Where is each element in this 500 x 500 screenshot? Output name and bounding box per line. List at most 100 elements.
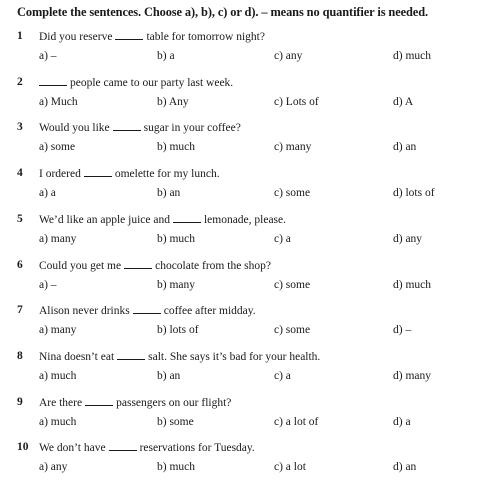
option-c[interactable]: c) Lots of <box>274 96 319 108</box>
answer-blank <box>85 396 114 406</box>
question-text-before: Would you like <box>39 122 110 134</box>
question-text-before: I ordered <box>39 168 81 180</box>
question-text: We’d like an apple juice and lemonade, pl… <box>39 213 286 226</box>
answer-blank <box>112 121 141 131</box>
question-10: 10 We don’t have reservations for Tuesday… <box>0 441 500 485</box>
question-text: Would you like sugar in your coffee? <box>39 121 241 134</box>
question-3: 3 Would you like sugar in your coffee? a)… <box>0 121 500 165</box>
option-a[interactable]: a) many <box>39 233 76 245</box>
option-d[interactable]: d) any <box>393 233 422 245</box>
question-text-after: coffee after midday. <box>163 305 256 317</box>
option-b[interactable]: b) much <box>157 233 195 245</box>
question-text: Could you get me chocolate from the shop? <box>39 259 271 272</box>
option-c[interactable]: c) a lot of <box>274 416 318 428</box>
option-b[interactable]: b) much <box>157 461 195 473</box>
option-a[interactable]: a) – <box>39 279 57 291</box>
question-4: 4 I ordered omelette for my lunch. a) a b… <box>0 167 500 211</box>
answer-blank <box>115 30 144 40</box>
question-7: 7 Alison never drinks coffee after midday… <box>0 304 500 348</box>
option-b[interactable]: b) an <box>157 187 180 199</box>
option-c[interactable]: c) some <box>274 187 310 199</box>
question-text: people came to our party last week. <box>39 76 233 89</box>
option-d[interactable]: d) many <box>393 370 431 382</box>
question-number: 10 <box>17 441 29 453</box>
question-text-before: We’d like an apple juice and <box>39 214 170 226</box>
question-text-before: Did you reserve <box>39 31 113 43</box>
question-text-after: passengers on our flight? <box>116 397 232 409</box>
option-b[interactable]: b) a <box>157 50 175 62</box>
question-1: 1 Did you reserve table for tomorrow nigh… <box>0 30 500 74</box>
option-d[interactable]: d) much <box>393 50 431 62</box>
question-text-after: people came to our party last week. <box>70 77 234 89</box>
question-number: 6 <box>17 259 23 271</box>
question-number: 5 <box>17 213 23 225</box>
option-b[interactable]: b) some <box>157 416 194 428</box>
question-text-before: Are there <box>39 397 83 409</box>
option-c[interactable]: c) a <box>274 233 291 245</box>
question-text-before: Could you get me <box>39 260 122 272</box>
answer-blank <box>117 350 146 360</box>
option-a[interactable]: a) some <box>39 141 75 153</box>
question-number: 7 <box>17 304 23 316</box>
option-d[interactable]: d) an <box>393 461 416 473</box>
question-text-after: salt. She says it’s bad for your health. <box>148 351 321 363</box>
question-text-after: sugar in your coffee? <box>143 122 241 134</box>
option-a[interactable]: a) much <box>39 416 76 428</box>
question-text-after: reservations for Tuesday. <box>139 442 255 454</box>
question-text: Nina doesn’t eat salt. She says it’s bad … <box>39 350 320 363</box>
option-a[interactable]: a) – <box>39 50 57 62</box>
option-c[interactable]: c) some <box>274 324 310 336</box>
question-5: 5 We’d like an apple juice and lemonade, … <box>0 213 500 257</box>
question-text: Did you reserve table for tomorrow night? <box>39 30 265 43</box>
answer-blank <box>132 304 161 314</box>
question-text-before: Alison never drinks <box>39 305 130 317</box>
question-text-after: table for tomorrow night? <box>146 31 265 43</box>
option-c[interactable]: c) any <box>274 50 302 62</box>
question-text-after: lemonade, please. <box>203 214 287 226</box>
question-8: 8 Nina doesn’t eat salt. She says it’s ba… <box>0 350 500 394</box>
option-d[interactable]: d) – <box>393 324 411 336</box>
question-9: 9 Are there passengers on our flight? a) … <box>0 396 500 440</box>
option-d[interactable]: d) an <box>393 141 416 153</box>
question-number: 3 <box>17 121 23 133</box>
question-2: 2 people came to our party last week. a)… <box>0 76 500 120</box>
answer-blank <box>124 259 153 269</box>
option-d[interactable]: d) much <box>393 279 431 291</box>
option-a[interactable]: a) a <box>39 187 56 199</box>
option-c[interactable]: c) a <box>274 370 291 382</box>
option-b[interactable]: b) many <box>157 279 195 291</box>
option-b[interactable]: b) much <box>157 141 195 153</box>
option-c[interactable]: c) many <box>274 141 311 153</box>
option-b[interactable]: b) lots of <box>157 324 199 336</box>
answer-blank <box>172 213 201 223</box>
question-text: We don’t have reservations for Tuesday. <box>39 441 255 454</box>
question-number: 2 <box>17 76 23 88</box>
question-text-after: omelette for my lunch. <box>114 168 220 180</box>
question-text-after: chocolate from the shop? <box>155 260 272 272</box>
question-text: I ordered omelette for my lunch. <box>39 167 220 180</box>
option-d[interactable]: d) a <box>393 416 411 428</box>
question-text: Alison never drinks coffee after midday. <box>39 304 256 317</box>
answer-blank <box>83 167 112 177</box>
question-number: 1 <box>17 30 23 42</box>
question-text-before: Nina doesn’t eat <box>39 351 115 363</box>
option-a[interactable]: a) many <box>39 324 76 336</box>
exercise-heading: Complete the sentences. Choose a), b), c… <box>17 5 428 19</box>
option-a[interactable]: a) much <box>39 370 76 382</box>
question-6: 6 Could you get me chocolate from the sho… <box>0 259 500 303</box>
answer-blank <box>108 441 137 451</box>
question-text: Are there passengers on our flight? <box>39 396 231 409</box>
option-b[interactable]: b) an <box>157 370 180 382</box>
answer-blank <box>39 76 67 86</box>
question-number: 4 <box>17 167 23 179</box>
option-c[interactable]: c) some <box>274 279 310 291</box>
option-a[interactable]: a) any <box>39 461 67 473</box>
option-d[interactable]: d) A <box>393 96 413 108</box>
question-number: 8 <box>17 350 23 362</box>
option-d[interactable]: d) lots of <box>393 187 435 199</box>
option-b[interactable]: b) Any <box>157 96 189 108</box>
option-a[interactable]: a) Much <box>39 96 78 108</box>
question-number: 9 <box>17 396 23 408</box>
question-text-before: We don’t have <box>39 442 106 454</box>
option-c[interactable]: c) a lot <box>274 461 306 473</box>
